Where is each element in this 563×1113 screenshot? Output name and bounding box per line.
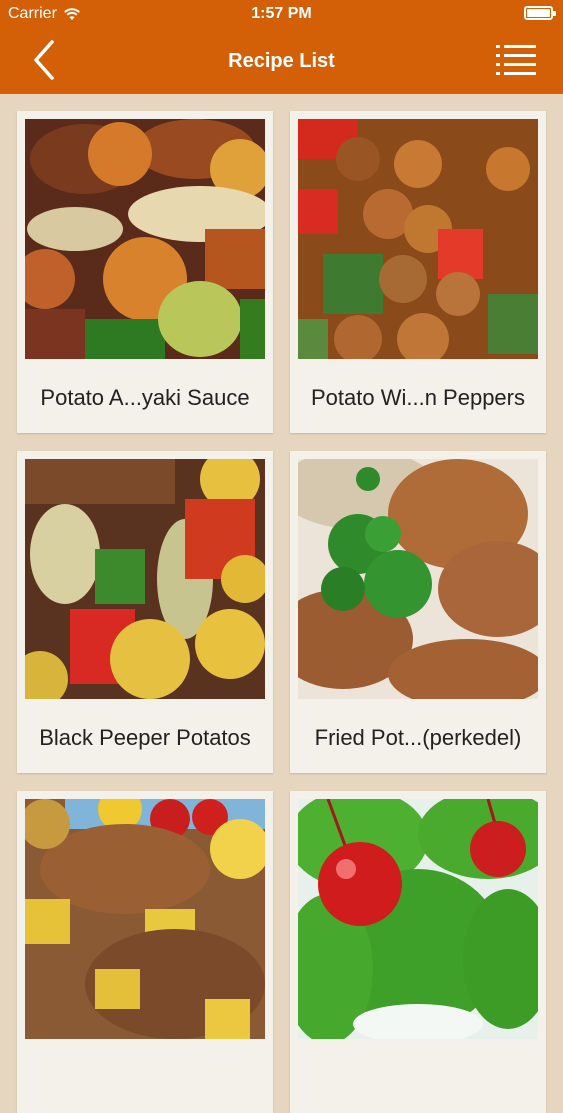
recipe-label: Black Peeper Potatos (39, 725, 251, 750)
list-menu-icon (496, 45, 536, 75)
recipe-photo (25, 459, 265, 699)
status-bar: Carrier 1:57 PM (0, 0, 563, 30)
battery-icon (524, 6, 556, 20)
recipe-label: Potato Wi...n Peppers (311, 385, 525, 410)
recipe-card[interactable] (290, 791, 546, 1113)
navigation-bar: Recipe List (0, 30, 563, 94)
recipe-photo (25, 119, 265, 359)
battery-level (527, 9, 550, 17)
status-time: 1:57 PM (251, 5, 312, 22)
list-menu-button[interactable] (494, 42, 538, 78)
recipe-photo (298, 119, 538, 359)
recipe-photo (298, 459, 538, 699)
recipe-card[interactable]: Potato Wi...n Peppers (290, 111, 546, 433)
recipe-grid: Potato A...yaki Sauce Potato Wi...n Pepp… (0, 94, 563, 1113)
page-title: Recipe List (228, 50, 335, 72)
recipe-photo (298, 799, 538, 1039)
recipe-card[interactable] (17, 791, 273, 1113)
recipe-card[interactable]: Fried Pot...(perkedel) (290, 451, 546, 773)
recipe-label: Potato A...yaki Sauce (40, 385, 250, 410)
recipe-photo (25, 799, 265, 1039)
recipe-card[interactable]: Black Peeper Potatos (17, 451, 273, 773)
recipe-card[interactable]: Potato A...yaki Sauce (17, 111, 273, 433)
app-header: Carrier 1:57 PM Recipe List (0, 0, 563, 94)
recipe-label: Fried Pot...(perkedel) (314, 725, 522, 750)
